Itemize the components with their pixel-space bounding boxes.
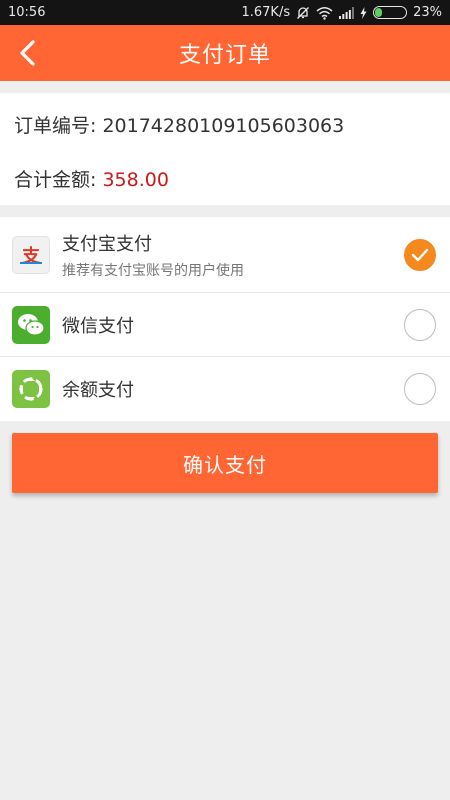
wechat-icon <box>12 305 50 344</box>
order-number-row: 订单编号: 20174280109105603063 <box>14 111 344 138</box>
page-title: 支付订单 <box>178 43 271 68</box>
wechat-label: 微信支付 <box>62 315 134 337</box>
order-number-value: 20174280109105603063 <box>102 115 345 137</box>
balance-icon <box>12 370 50 408</box>
balance-label: 余额支付 <box>62 380 134 401</box>
battery-icon <box>373 6 408 19</box>
check-icon <box>411 248 429 261</box>
order-total-label: 合计金额: <box>14 169 103 191</box>
payment-option-alipay[interactable]: 支 支付宝支付 推荐有支付宝账号的用户使用 <box>0 217 450 293</box>
status-bar: 10:56 1.67K/s 23% <box>0 0 450 25</box>
wifi-icon <box>316 6 333 20</box>
back-button[interactable] <box>10 35 46 71</box>
chevron-left-icon <box>20 40 35 66</box>
battery-level <box>375 8 382 17</box>
wechat-text: 微信支付 <box>62 312 134 338</box>
order-number-label: 订单编号: <box>14 115 103 137</box>
balance-text: 余额支付 <box>62 376 134 402</box>
status-icons: 1.67K/s 23% <box>241 5 442 20</box>
alipay-icon: 支 <box>12 235 50 274</box>
order-total-value: 358.00 <box>102 169 169 191</box>
order-info-card: 订单编号: 20174280109105603063 合计金额: 358.00 <box>0 93 450 205</box>
order-total-row: 合计金额: 358.00 <box>14 165 169 192</box>
mute-bell-icon <box>297 6 310 19</box>
alipay-text: 支付宝支付 推荐有支付宝账号的用户使用 <box>62 230 244 280</box>
app-header: 支付订单 <box>0 25 450 81</box>
alipay-subtitle: 推荐有支付宝账号的用户使用 <box>62 262 244 279</box>
payment-option-wechat[interactable]: 微信支付 <box>0 293 450 357</box>
charging-icon <box>360 6 367 19</box>
network-speed: 1.67K/s <box>241 5 291 20</box>
signal-icon <box>339 6 355 19</box>
alipay-label: 支付宝支付 <box>62 233 152 255</box>
wechat-radio[interactable] <box>404 308 436 341</box>
confirm-payment-button[interactable]: 确认支付 <box>12 433 438 493</box>
payment-option-balance[interactable]: 余额支付 <box>0 357 450 421</box>
alipay-radio[interactable] <box>404 238 436 271</box>
payment-method-list: 支 支付宝支付 推荐有支付宝账号的用户使用 微信支付 余额支付 <box>0 217 450 421</box>
status-time: 10:56 <box>8 5 46 20</box>
battery-percent: 23% <box>413 5 442 20</box>
balance-radio[interactable] <box>404 373 436 405</box>
